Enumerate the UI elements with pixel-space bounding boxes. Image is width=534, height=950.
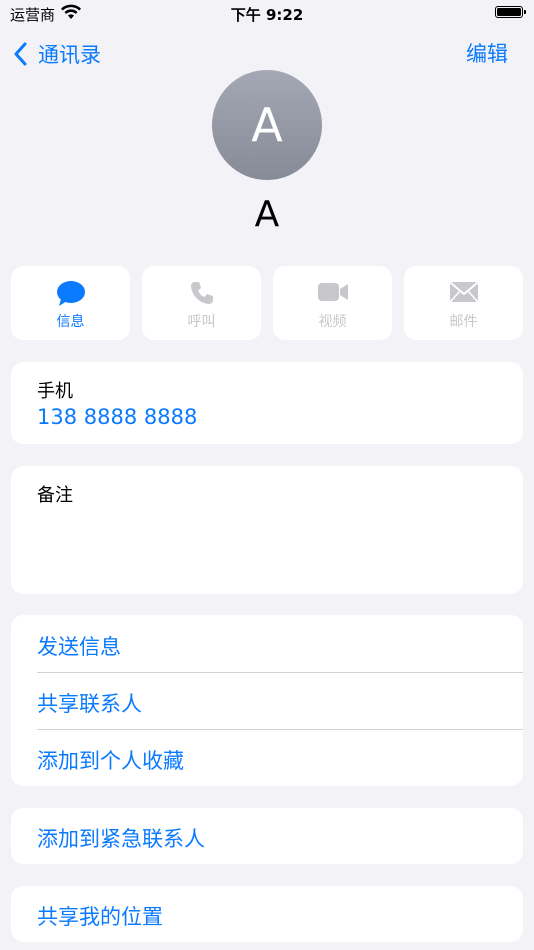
options-group-1: 发送信息 共享联系人 添加到个人收藏 [11,615,523,786]
divider [37,672,523,673]
options-group-2: 添加到紧急联系人 [11,808,523,864]
add-emergency-contact-option[interactable]: 添加到紧急联系人 [37,823,205,853]
status-bar: 运营商 下午 9:22 [0,0,534,28]
mail-label: 邮件 [449,314,478,330]
status-time: 下午 9:22 [230,6,304,24]
notes-label: 备注 [37,485,73,506]
video-icon [273,280,392,308]
chevron-left-icon [14,42,27,66]
call-button[interactable]: 呼叫 [142,266,261,340]
message-button[interactable]: 信息 [11,266,130,340]
mail-button[interactable]: 邮件 [404,266,523,340]
add-to-favorites-option[interactable]: 添加到个人收藏 [37,745,184,775]
contact-name: A [254,194,280,235]
phone-card: 手机 138 8888 8888 [11,362,523,444]
share-contact-option[interactable]: 共享联系人 [37,688,142,718]
video-label: 视频 [318,314,347,330]
message-icon [11,280,130,308]
edit-button[interactable]: 编辑 [466,38,508,70]
avatar-initial: A [251,98,283,152]
options-group-3: 共享我的位置 [11,886,523,942]
send-message-option[interactable]: 发送信息 [37,631,121,661]
message-label: 信息 [56,314,85,330]
notes-card[interactable]: 备注 [11,466,523,594]
avatar: A [212,70,322,180]
back-label: 通讯录 [38,43,101,67]
battery-icon [495,6,526,18]
video-button[interactable]: 视频 [273,266,392,340]
phone-number-link[interactable]: 138 8888 8888 [37,405,197,429]
share-my-location-option[interactable]: 共享我的位置 [37,901,163,931]
mail-icon [404,280,523,308]
divider [37,729,523,730]
phone-label: 手机 [37,381,73,402]
back-button[interactable]: 通讯录 [14,38,101,70]
phone-icon [142,280,261,308]
call-label: 呼叫 [187,314,216,330]
